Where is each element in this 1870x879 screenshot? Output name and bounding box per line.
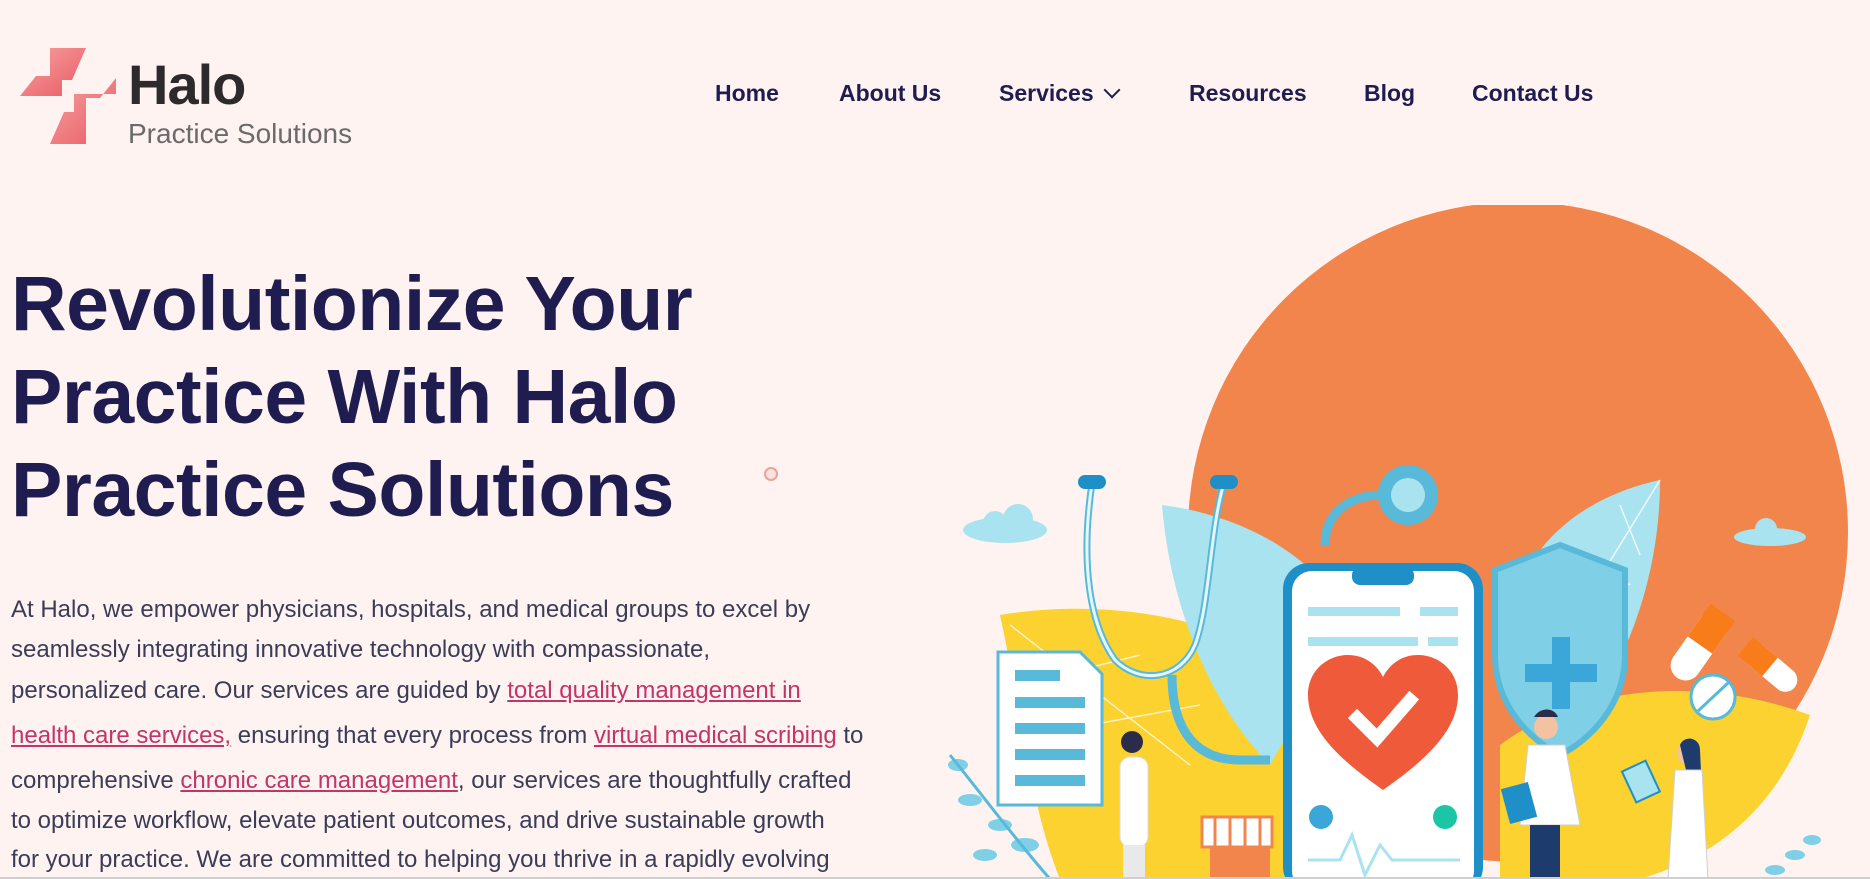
nav-resources[interactable]: Resources bbox=[1189, 80, 1307, 107]
paragraph-text: to bbox=[836, 722, 864, 749]
chevron-down-icon bbox=[1103, 81, 1121, 99]
paragraph-line: to optimize workflow, elevate patient ou… bbox=[11, 807, 825, 834]
paragraph-line: for your practice. We are committed to h… bbox=[11, 846, 830, 873]
nav-about-us[interactable]: About Us bbox=[839, 80, 941, 107]
nav-blog[interactable]: Blog bbox=[1364, 80, 1415, 107]
hero-title-line: Practice With Halo bbox=[11, 354, 678, 440]
nav-services-label: Services bbox=[999, 80, 1094, 106]
paragraph-text: personalized care. Our services are guid… bbox=[11, 677, 508, 704]
hero-illustration bbox=[940, 205, 1870, 879]
medical-illustration bbox=[948, 205, 1848, 879]
paragraph-line: health care services, ensuring that ever… bbox=[11, 722, 863, 750]
paragraph-text: , our services are thoughtfully crafted bbox=[457, 767, 852, 794]
link-total-quality-management[interactable]: total quality management in bbox=[507, 677, 801, 704]
main-nav: Home About Us Services Resources Blog Co… bbox=[0, 80, 1870, 120]
nav-home[interactable]: Home bbox=[715, 80, 779, 107]
hero-title: Revolutionize Your Practice With Halo Pr… bbox=[11, 258, 771, 537]
decorative-dot bbox=[764, 467, 778, 481]
paragraph-text: comprehensive bbox=[11, 767, 181, 794]
link-virtual-medical-scribing[interactable]: virtual medical scribing bbox=[594, 722, 837, 749]
paragraph-line: comprehensive chronic care management, o… bbox=[11, 767, 851, 795]
paragraph-line: At Halo, we empower physicians, hospital… bbox=[11, 596, 811, 623]
paragraph-line: seamlessly integrating innovative techno… bbox=[11, 636, 711, 663]
paragraph-line: personalized care. Our services are guid… bbox=[11, 677, 801, 705]
link-total-quality-management[interactable]: health care services, bbox=[11, 722, 231, 749]
paragraph-text: ensuring that every process from bbox=[231, 722, 594, 749]
hero-title-line: Practice Solutions bbox=[11, 447, 674, 533]
nav-services[interactable]: Services bbox=[999, 80, 1121, 107]
brand-tagline: Practice Solutions bbox=[128, 118, 353, 149]
nav-contact-us[interactable]: Contact Us bbox=[1472, 80, 1593, 107]
link-chronic-care-management[interactable]: chronic care management bbox=[180, 767, 457, 794]
hero-title-line: Revolutionize Your bbox=[11, 261, 693, 347]
